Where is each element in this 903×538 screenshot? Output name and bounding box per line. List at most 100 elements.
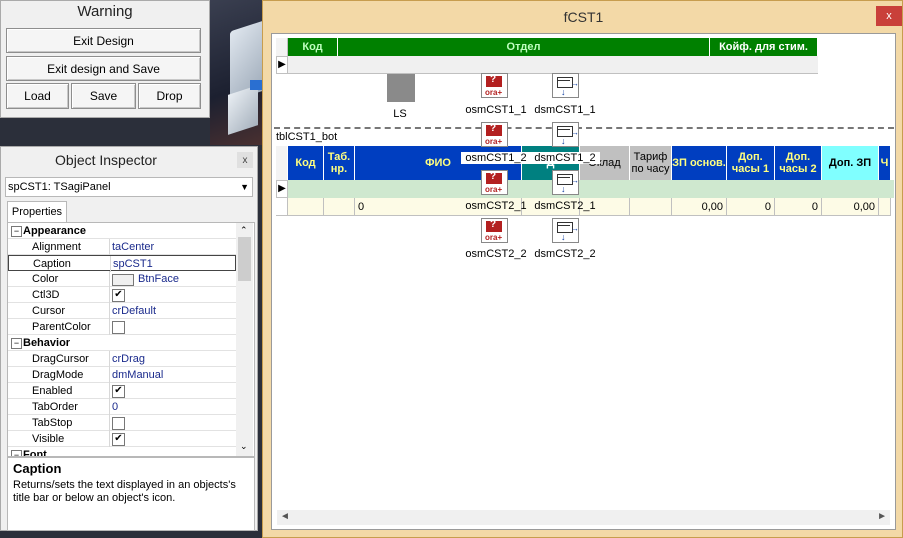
scroll-down-icon[interactable]: ⌄ [240, 441, 248, 452]
bottom-grid-header[interactable]: Доп. часы 1 [727, 146, 775, 180]
bottom-grid-header[interactable]: ЗП основ. [672, 146, 727, 180]
bottom-grid-cell[interactable]: 0,00 [672, 198, 727, 216]
object-selector-combo[interactable]: spCST1: TSagiPanel ▼ [5, 177, 253, 197]
component-label-dsmcst2-2: dsmCST2_2 [534, 248, 596, 260]
top-grid-header-koef[interactable]: Койф. для стим. [710, 38, 818, 56]
desktop-cube-shape-2 [228, 85, 258, 135]
save-button[interactable]: Save [71, 83, 136, 109]
property-name: Cursor [32, 305, 66, 317]
property-row[interactable]: Color BtnFace [8, 271, 236, 287]
exit-design-and-save-button[interactable]: Exit design and Save [6, 56, 201, 81]
property-name: TabOrder [32, 401, 78, 413]
property-category-row[interactable]: − Appearance [8, 223, 236, 239]
bottom-grid-cell[interactable] [288, 198, 324, 216]
bottom-grid-cell[interactable]: 0 [775, 198, 822, 216]
property-value[interactable]: BtnFace [138, 271, 179, 287]
property-checkbox[interactable]: ✔ [112, 433, 125, 446]
property-row[interactable]: TabStop [8, 415, 236, 431]
drop-button[interactable]: Drop [138, 83, 201, 109]
property-value[interactable]: crDrag [112, 351, 145, 367]
dsm-component-icon[interactable]: → ↓ [552, 122, 579, 147]
collapse-icon[interactable]: − [11, 226, 22, 237]
warning-panel: Warning Exit Design Exit design and Save… [0, 0, 210, 118]
scrollbar-thumb[interactable] [238, 237, 251, 281]
osm-component-icon[interactable]: ora+ [481, 73, 508, 98]
property-row[interactable]: Alignment taCenter [8, 239, 236, 255]
scroll-left-icon[interactable]: ◄ [280, 511, 290, 522]
category-name: Font [23, 449, 47, 457]
bottom-grid-cell[interactable] [630, 198, 672, 216]
bottom-grid-header[interactable]: Доп. ЗП [822, 146, 879, 180]
bottom-grid-header[interactable]: Таб. нр. [324, 146, 355, 180]
row-indicator-cell [276, 198, 288, 216]
exit-design-button[interactable]: Exit Design [6, 28, 201, 53]
inspector-close-button[interactable]: x [237, 152, 253, 168]
collapse-icon[interactable]: − [11, 450, 22, 456]
property-row[interactable]: Enabled ✔ [8, 383, 236, 399]
component-label-osmcst1-1: osmCST1_1 [465, 104, 527, 116]
property-name: Enabled [32, 385, 73, 397]
bottom-grid-insert-row[interactable] [288, 180, 894, 198]
tab-properties[interactable]: Properties [7, 201, 67, 223]
property-value[interactable]: spCST1 [113, 256, 153, 272]
property-value[interactable]: dmManual [112, 367, 163, 383]
osm-component-icon[interactable]: ora+ [481, 218, 508, 243]
property-grid-scrollbar[interactable]: ⌃ ⌄ [236, 223, 253, 456]
property-row[interactable]: DragMode dmManual [8, 367, 236, 383]
column-divider [109, 271, 110, 287]
help-text: Returns/sets the text displayed in an ob… [13, 479, 236, 504]
bottom-row-indicator-icon: ▶ [276, 180, 288, 198]
property-row[interactable]: ParentColor [8, 319, 236, 335]
column-divider [109, 399, 110, 415]
property-checkbox[interactable]: ✔ [112, 289, 125, 302]
property-category-row[interactable]: − Font [8, 447, 236, 457]
warning-title: Warning [77, 3, 133, 20]
scroll-up-icon[interactable]: ⌃ [240, 225, 248, 236]
property-checkbox[interactable] [112, 417, 125, 430]
dsm-component-icon[interactable]: → ↓ [552, 170, 579, 195]
top-grid-header-otdel[interactable]: Отдел [338, 38, 710, 56]
load-button[interactable]: Load [6, 83, 69, 109]
property-checkbox[interactable] [112, 321, 125, 334]
top-grid-header-kod[interactable]: Код [288, 38, 338, 56]
splitter[interactable] [274, 127, 894, 130]
osm-component-icon[interactable]: ora+ [481, 122, 508, 147]
scroll-right-icon[interactable]: ► [877, 511, 887, 522]
bottom-grid-cell[interactable]: 0 [727, 198, 775, 216]
ls-component[interactable] [387, 74, 415, 102]
chevron-down-icon[interactable]: ▼ [240, 178, 249, 196]
column-divider [109, 303, 110, 319]
property-value[interactable]: 0 [112, 399, 118, 415]
category-name: Appearance [23, 225, 86, 237]
object-inspector: Object Inspector x spCST1: TSagiPanel ▼ … [0, 146, 258, 531]
bottom-grid-header[interactable]: Доп. часы 2 [775, 146, 822, 180]
property-row[interactable]: Caption spCST1 [8, 255, 236, 272]
bottom-grid-header[interactable]: Ч [879, 146, 891, 180]
property-value[interactable]: crDefault [112, 303, 156, 319]
property-category-row[interactable]: − Behavior [8, 335, 236, 351]
property-row[interactable]: Ctl3D ✔ [8, 287, 236, 303]
property-row[interactable]: DragCursor crDrag [8, 351, 236, 367]
property-row[interactable]: Visible ✔ [8, 431, 236, 447]
top-grid[interactable]: Код Отдел Койф. для стим. ▶ [276, 38, 819, 76]
osm-component-icon[interactable]: ora+ [481, 170, 508, 195]
property-value[interactable]: taCenter [112, 239, 154, 255]
dsm-component-icon[interactable]: → ↓ [552, 73, 579, 98]
bottom-grid-header[interactable]: Тариф по часу [630, 146, 672, 180]
dsm-component-icon[interactable]: → ↓ [552, 218, 579, 243]
property-row[interactable]: Cursor crDefault [8, 303, 236, 319]
category-name: Behavior [23, 337, 71, 349]
property-checkbox[interactable]: ✔ [112, 385, 125, 398]
top-grid-row[interactable] [288, 56, 818, 74]
bottom-grid-cell[interactable] [324, 198, 355, 216]
component-label-dsmcst1-1: dsmCST1_1 [534, 104, 596, 116]
column-divider [109, 319, 110, 335]
form-horizontal-scrollbar[interactable]: ◄ ► [277, 510, 890, 525]
property-row[interactable]: TabOrder 0 [8, 399, 236, 415]
bottom-grid-cell[interactable]: 0,00 [822, 198, 879, 216]
form-close-button[interactable]: x [876, 6, 902, 26]
bottom-grid-header[interactable]: Код [288, 146, 324, 180]
collapse-icon[interactable]: − [11, 338, 22, 349]
property-name: DragMode [32, 369, 84, 381]
bottom-grid-cell[interactable] [879, 198, 891, 216]
